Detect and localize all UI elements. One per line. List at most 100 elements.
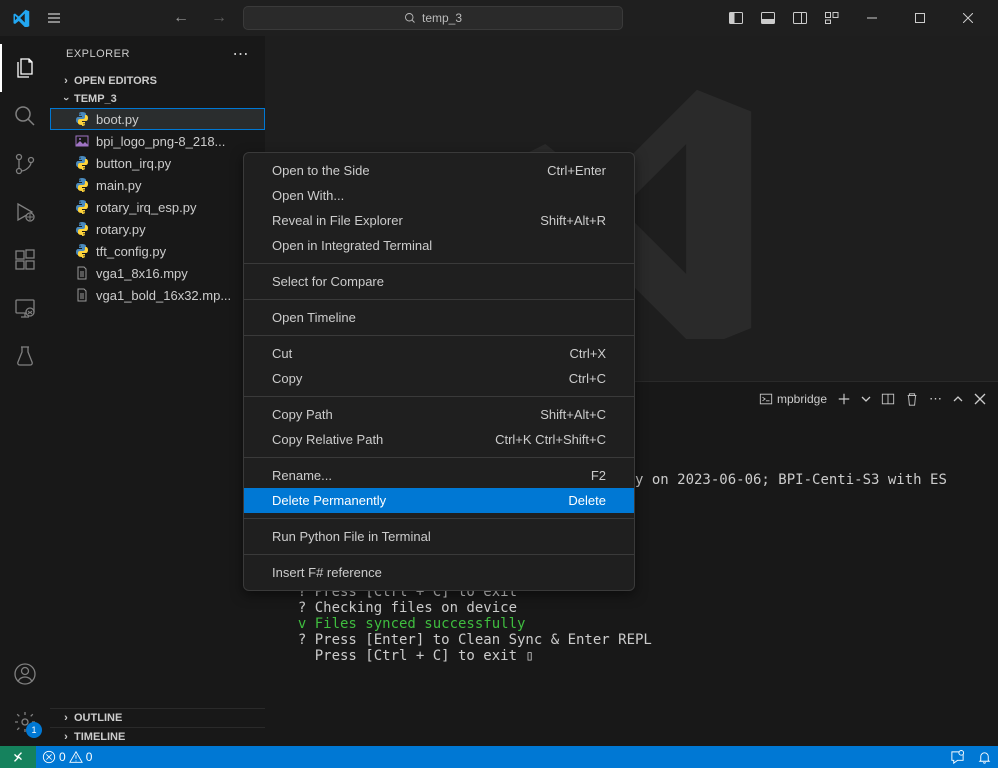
search-placeholder: temp_3 [422,11,462,25]
customize-layout-icon[interactable] [818,4,846,32]
file-item[interactable]: rotary.py [50,218,265,240]
activity-remote-explorer[interactable] [0,284,50,332]
context-menu-item[interactable]: Copy Path Shift+Alt+C [244,402,634,427]
menu-item-label: Rename... [272,468,332,483]
toggle-primary-sidebar-icon[interactable] [722,4,750,32]
activity-account[interactable] [0,650,50,698]
context-menu-item[interactable]: CopyCtrl+C [244,366,634,391]
menu-item-shortcut: Ctrl+X [570,346,606,361]
activity-source-control[interactable] [0,140,50,188]
window-maximize-icon[interactable] [898,4,942,32]
context-menu-item[interactable]: Run Python File in Terminal [244,524,634,549]
menu-item-label: Delete Permanently [272,493,386,508]
section-folder[interactable]: › TEMP_3 [50,90,265,108]
file-item[interactable]: main.py [50,174,265,196]
file-item[interactable]: boot.py [50,108,265,130]
menu-item-shortcut: Ctrl+C [569,371,606,386]
nav-forward-icon[interactable]: → [205,5,233,31]
menu-item-shortcut: Shift+Alt+R [540,213,606,228]
activity-search[interactable] [0,92,50,140]
menu-item-shortcut: Ctrl+K Ctrl+Shift+C [495,432,606,447]
menu-item-label: Copy Path [272,407,333,422]
menu-separator [244,299,634,300]
window-minimize-icon[interactable] [850,4,894,32]
file-item[interactable]: vga1_8x16.mpy [50,262,265,284]
file-item[interactable]: rotary_irq_esp.py [50,196,265,218]
menu-item-shortcut: Shift+Alt+C [540,407,606,422]
hamburger-menu-icon[interactable] [40,4,68,32]
window-close-icon[interactable] [946,4,990,32]
titlebar: ← → temp_3 [0,0,998,36]
file-name: rotary_irq_esp.py [96,200,196,215]
terminal-launch-profile-icon[interactable] [861,394,871,404]
command-center-search[interactable]: temp_3 [243,6,623,30]
terminal-new-icon[interactable] [837,392,851,406]
file-type-icon [72,243,92,259]
terminal-close-icon[interactable] [974,393,986,405]
context-menu-item[interactable]: Insert F# reference [244,560,634,585]
menu-item-label: Insert F# reference [272,565,382,580]
menu-item-label: Reveal in File Explorer [272,213,403,228]
activity-explorer[interactable] [0,44,50,92]
context-menu-item[interactable]: Copy Relative Path Ctrl+K Ctrl+Shift+C [244,427,634,452]
file-item[interactable]: bpi_logo_png-8_218... [50,130,265,152]
file-item[interactable]: tft_config.py [50,240,265,262]
status-feedback-icon[interactable] [944,750,971,765]
explorer-title: EXPLORER [66,48,130,60]
terminal-kill-icon[interactable] [905,392,919,406]
activity-run-debug[interactable] [0,188,50,236]
timeline-label: TIMELINE [74,731,125,743]
context-menu-item[interactable]: Open to the Side Ctrl+Enter [244,158,634,183]
explorer-header: EXPLORER ⋯ [50,36,265,72]
section-timeline[interactable]: › TIMELINE [50,727,265,746]
file-item[interactable]: vga1_bold_16x32.mp... [50,284,265,306]
terminal-maximize-icon[interactable] [952,393,964,405]
menu-item-label: Open Timeline [272,310,356,325]
context-menu-item[interactable]: Open in Integrated Terminal [244,233,634,258]
menu-item-label: Open to the Side [272,163,370,178]
file-type-icon [72,111,92,127]
menu-item-label: Open With... [272,188,344,203]
context-menu-item[interactable]: Rename...F2 [244,463,634,488]
activity-settings[interactable]: 1 [0,698,50,746]
terminal-split-icon[interactable] [881,392,895,406]
status-bell-icon[interactable] [971,750,998,765]
menu-separator [244,518,634,519]
context-menu-item[interactable]: Open With... [244,183,634,208]
context-menu-item[interactable]: Reveal in File Explorer Shift+Alt+R [244,208,634,233]
context-menu-item[interactable]: CutCtrl+X [244,341,634,366]
toggle-secondary-sidebar-icon[interactable] [786,4,814,32]
status-problems[interactable]: 0 0 [36,750,98,764]
chevron-right-icon: › [58,75,74,87]
terminal-more-icon[interactable]: ⋯ [929,391,942,407]
menu-item-label: Select for Compare [272,274,384,289]
file-type-icon [72,177,92,193]
menu-item-label: Run Python File in Terminal [272,529,431,544]
menu-item-label: Copy Relative Path [272,432,383,447]
menu-separator [244,263,634,264]
toggle-panel-icon[interactable] [754,4,782,32]
vscode-logo-icon [12,9,30,27]
activity-testing[interactable] [0,332,50,380]
menu-separator [244,396,634,397]
status-remote-icon[interactable] [0,746,36,768]
chevron-down-icon: › [60,91,72,107]
menu-item-shortcut: Ctrl+Enter [547,163,606,178]
explorer-sidebar: EXPLORER ⋯ › OPEN EDITORS › TEMP_3 boot.… [50,36,265,746]
menu-separator [244,554,634,555]
file-name: boot.py [96,112,139,127]
section-open-editors[interactable]: › OPEN EDITORS [50,72,265,90]
file-item[interactable]: button_irq.py [50,152,265,174]
context-menu-item[interactable]: Delete PermanentlyDelete [244,488,634,513]
terminal-process[interactable]: mpbridge [759,392,827,406]
section-outline[interactable]: › OUTLINE [50,708,265,727]
context-menu-item[interactable]: Open Timeline [244,305,634,330]
nav-back-icon[interactable]: ← [167,5,195,31]
folder-label: TEMP_3 [74,93,117,105]
activity-extensions[interactable] [0,236,50,284]
explorer-more-icon[interactable]: ⋯ [233,44,250,64]
menu-separator [244,335,634,336]
context-menu-item[interactable]: Select for Compare [244,269,634,294]
terminal-process-name: mpbridge [777,392,827,406]
activity-bar: 1 [0,36,50,746]
